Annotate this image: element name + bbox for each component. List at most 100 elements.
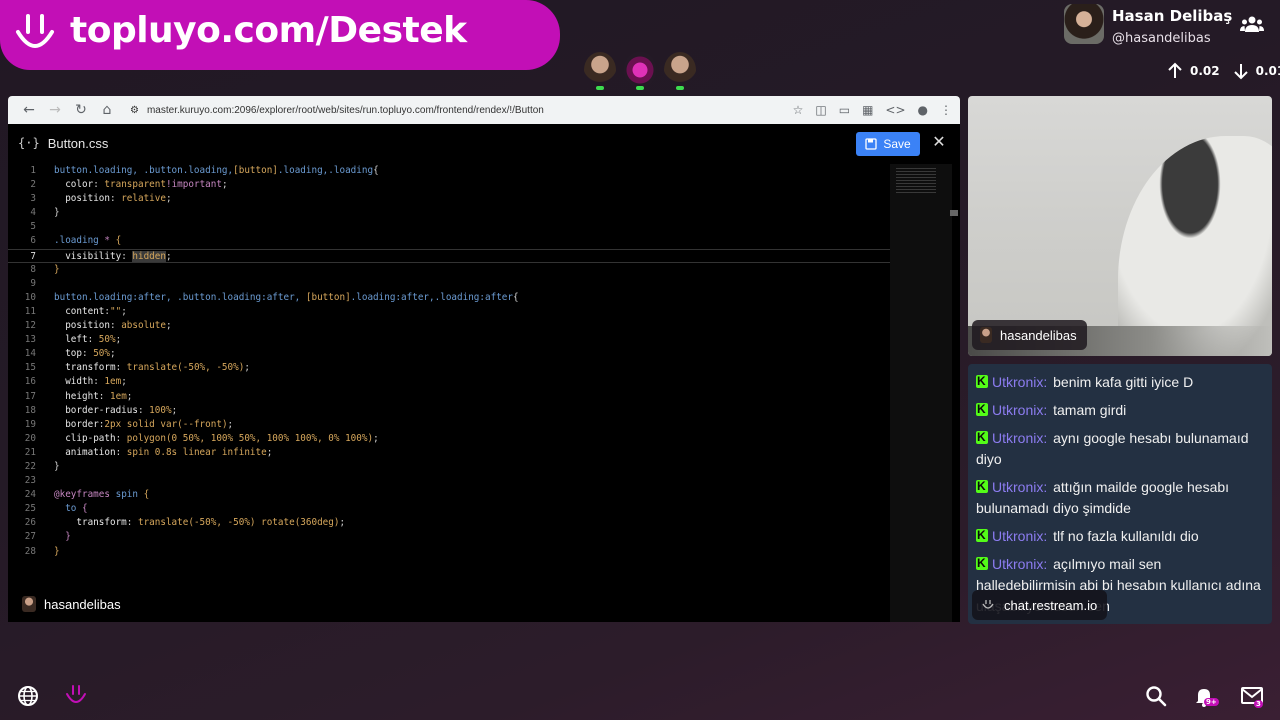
code-line: 4} (30, 207, 60, 219)
forward-icon[interactable]: → (42, 97, 68, 123)
avatar (980, 327, 992, 343)
restream-icon (982, 600, 994, 609)
code-line: 10 button.loading:after, .button.loading:… (24, 291, 519, 303)
avatar (22, 596, 36, 612)
arrow-down-icon (1233, 64, 1248, 80)
upload-rate: 0.02 (1190, 64, 1220, 78)
smile-icon[interactable] (64, 684, 88, 708)
kick-icon (976, 371, 988, 392)
bell-badge: 9+ (1204, 698, 1219, 706)
code-line: 1 button.loading, .button.loading,[button… (30, 165, 379, 176)
editor-header: {·} Button.css Save ✕ (8, 124, 960, 162)
kick-icon (976, 399, 988, 420)
sidepanel-icon[interactable]: ▭ (839, 103, 850, 117)
site-info-icon[interactable]: ⚙ (130, 105, 139, 116)
kick-icon (976, 476, 988, 497)
arrow-up-icon (1168, 62, 1182, 78)
mail-badge: 3 (1254, 700, 1263, 708)
code-line: 3 position: relative; (30, 193, 172, 205)
code-line: 15 transform: translate(-50%, -50%); (24, 362, 250, 374)
smile-logo-icon (16, 14, 54, 48)
screen-share-user: hasandelibas (44, 596, 121, 612)
chat-message: Utkronix: tamam girdi (976, 399, 1264, 421)
user-name: Hasan Delibaş (1112, 7, 1233, 25)
bookmark-icon[interactable]: ☆ (793, 103, 804, 117)
code-line: 25 to { (24, 503, 88, 515)
participant-avatars (584, 52, 696, 90)
extensions-icon[interactable]: ◫ (815, 103, 826, 117)
notifications[interactable]: 9+ (1192, 684, 1220, 712)
code-line: 22} (24, 460, 60, 472)
address-bar: ← → ↻ ⌂ ⚙ master.kuruyo.com:2096/explore… (8, 96, 960, 124)
code-line: 2 color: transparent!important; (30, 179, 228, 191)
download-rate: 0.01 (1255, 64, 1280, 78)
banner: topluyo.com/Destek (0, 0, 560, 70)
code-line: 20 clip-path: polygon(0 50%, 100% 50%, 1… (24, 432, 379, 444)
profile-icon[interactable]: ● (918, 103, 928, 117)
globe-icon[interactable] (16, 684, 40, 708)
people-icon[interactable] (1240, 14, 1264, 34)
code-line: 5 (30, 221, 36, 233)
back-icon[interactable]: ← (16, 97, 42, 123)
reload-icon[interactable]: ↻ (68, 97, 94, 123)
code-line: 21 animation: spin 0.8s linear infinite; (24, 446, 273, 458)
network-stats: 0.02 0.01 (1166, 62, 1280, 80)
qr-icon[interactable]: ▦ (862, 103, 873, 117)
chat-message: Utkronix: tlf no fazla kullanıldı dio (976, 525, 1264, 547)
banner-title: topluyo.com/Destek (70, 10, 467, 51)
file-name: Button.css (47, 135, 109, 151)
home-icon[interactable]: ⌂ (94, 97, 120, 123)
code-line: 18 border-radius: 100%; (24, 404, 178, 416)
avatar[interactable] (624, 52, 656, 90)
messages[interactable]: 3 (1240, 686, 1268, 714)
user-profile[interactable]: Hasan Delibaş @hasandelibas (1064, 4, 1232, 46)
save-button[interactable]: Save (856, 132, 920, 156)
chat-panel: Utkronix: benim kafa gitti iyice D Utkro… (968, 364, 1272, 624)
code-line: 11 content:""; (24, 305, 127, 317)
code-line: 13 left: 50%; (24, 334, 122, 346)
chat-message: Utkronix: attığın mailde google hesabı b… (976, 476, 1264, 519)
avatar[interactable] (664, 52, 696, 90)
code-line: 12 position: absolute; (24, 320, 172, 332)
devtools-icon[interactable]: <> (885, 103, 905, 117)
css-file-icon: {·} (18, 136, 40, 150)
save-label: Save (883, 137, 911, 151)
user-handle: @hasandelibas (1112, 31, 1211, 46)
webcam-feed (968, 96, 1272, 356)
kick-icon (976, 553, 988, 574)
scrollbar[interactable] (950, 210, 958, 216)
menu-icon[interactable]: ⋮ (940, 103, 952, 117)
chat-message: Utkronix: aynı google hesabı bulunamaıd … (976, 427, 1264, 470)
code-line: 14 top: 50%; (24, 348, 116, 360)
search-icon[interactable] (1144, 684, 1168, 708)
code-line: 9 (30, 277, 36, 289)
code-line: 23 (24, 475, 36, 487)
kick-icon (976, 525, 988, 546)
webcam-label: hasandelibas (972, 320, 1087, 350)
avatar[interactable] (584, 52, 616, 90)
code-line-active: 7 visibility: hidden; (8, 248, 890, 263)
code-editor[interactable]: 1 button.loading, .button.loading,[button… (8, 164, 890, 559)
code-line: 6 .loading * { (30, 235, 122, 247)
close-icon[interactable]: ✕ (930, 132, 948, 154)
code-line: 17 height: 1em; (24, 390, 133, 402)
code-line: 27 } (24, 531, 71, 543)
avatar (1064, 4, 1104, 44)
save-icon (865, 138, 877, 150)
chat-source: chat.restream.io (1004, 597, 1098, 613)
code-line: 26 transform: translate(-50%, -50%) rota… (24, 517, 346, 529)
code-line: 19 border:2px solid var(--front); (24, 418, 234, 430)
chat-message: Utkronix: benim kafa gitti iyice D (976, 371, 1264, 393)
screen-share-label: hasandelibas (22, 596, 121, 612)
url-text: master.kuruyo.com:2096/explorer/root/web… (146, 104, 544, 116)
browser-window: ← → ↻ ⌂ ⚙ master.kuruyo.com:2096/explore… (8, 96, 960, 622)
code-line: 16 width: 1em; (24, 376, 127, 388)
url-field[interactable]: ⚙ master.kuruyo.com:2096/explorer/root/w… (130, 105, 793, 116)
webcam-user: hasandelibas (1000, 327, 1077, 343)
chat-source-label: chat.restream.io (972, 590, 1108, 620)
code-line: 28} (24, 545, 60, 557)
code-minimap[interactable] (890, 164, 952, 622)
kick-icon (976, 427, 988, 448)
code-line: 8} (30, 263, 60, 275)
code-line: 24 @keyframes spin { (24, 489, 150, 501)
